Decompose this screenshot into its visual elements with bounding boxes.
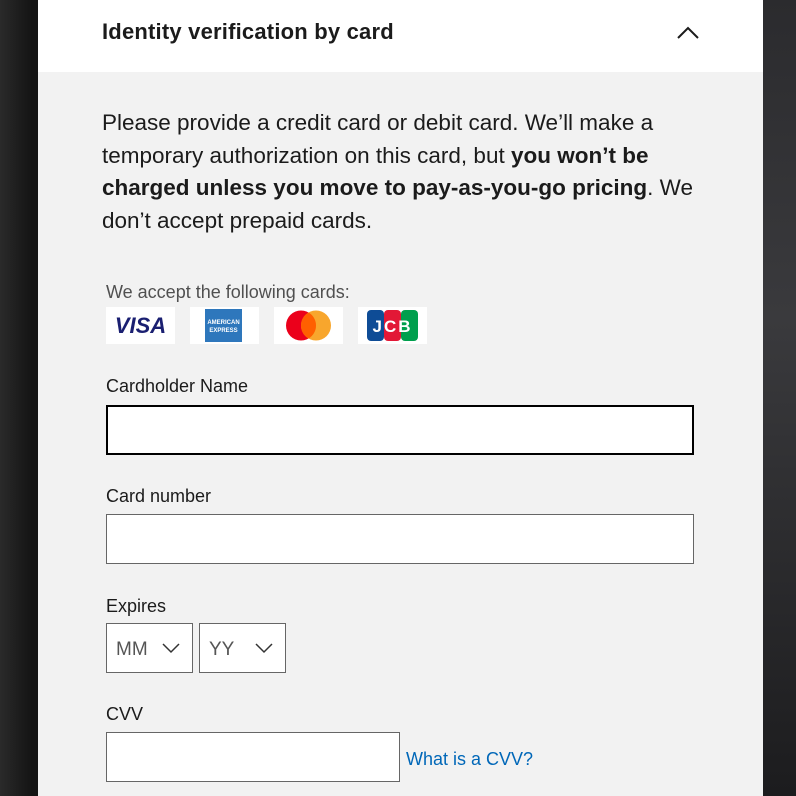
panel-title: Identity verification by card — [102, 19, 394, 44]
mastercard-icon — [286, 310, 331, 341]
expiry-year-select[interactable]: YY — [199, 623, 286, 673]
cvv-input[interactable] — [106, 732, 400, 782]
expires-label: Expires — [106, 596, 167, 616]
visa-icon: VISA — [115, 313, 166, 338]
card-number-label: Card number — [106, 486, 212, 506]
accepted-cards-logos: VISA AMERICAN EXPRESS JCB — [106, 307, 427, 344]
expiry-month-value: MM — [116, 639, 148, 660]
amex-text-2: EXPRESS — [209, 328, 237, 334]
expiry-year-value: YY — [209, 639, 235, 660]
card-verification-panel: Identity verification by card Please pro… — [38, 0, 763, 796]
panel-header[interactable]: Identity verification by card — [38, 0, 763, 72]
chevron-down-icon — [162, 643, 180, 654]
amex-text-1: AMERICAN — [207, 320, 239, 326]
amex-icon: AMERICAN EXPRESS — [205, 309, 242, 342]
cardholder-name-label: Cardholder Name — [106, 376, 249, 396]
cvv-label: CVV — [106, 704, 144, 724]
collapse-button[interactable] — [670, 14, 706, 50]
mastercard-logo — [274, 307, 343, 344]
jcb-icon: JCB — [367, 310, 418, 341]
card-number-input[interactable] — [106, 514, 694, 564]
amex-logo: AMERICAN EXPRESS — [190, 307, 259, 344]
chevron-down-icon — [255, 643, 273, 654]
jcb-text: JCB — [372, 317, 412, 336]
expiry-month-select[interactable]: MM — [106, 623, 193, 673]
visa-logo: VISA — [106, 307, 175, 344]
what-is-cvv-link[interactable]: What is a CVV? — [406, 749, 533, 770]
visa-text: VISA — [115, 313, 166, 338]
background-backdrop-right — [763, 0, 796, 796]
jcb-logo: JCB — [358, 307, 427, 344]
cardholder-name-input[interactable] — [106, 405, 694, 455]
intro-text: Please provide a credit card or debit ca… — [102, 107, 712, 237]
accepted-cards-label: We accept the following cards: — [106, 282, 350, 302]
chevron-up-icon — [677, 26, 699, 39]
